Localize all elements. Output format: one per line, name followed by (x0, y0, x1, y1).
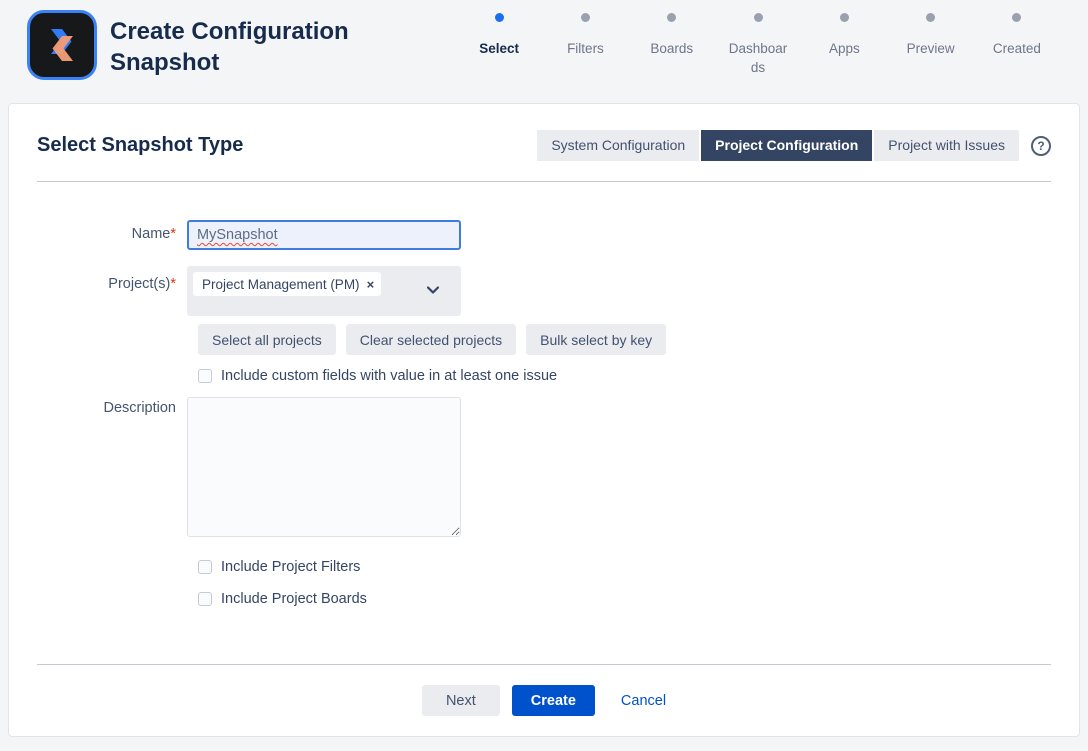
create-button[interactable]: Create (512, 685, 595, 716)
project-boards-checkbox-label: Include Project Boards (221, 591, 367, 607)
project-chip-label: Project Management (PM) (202, 277, 360, 292)
projects-multiselect[interactable]: Project Management (PM) × (187, 266, 461, 316)
step-created[interactable]: Created (974, 10, 1060, 77)
projects-row: Project(s)* Project Management (PM) × (37, 266, 1079, 316)
step-dot (840, 13, 849, 22)
project-filters-checkbox-row[interactable]: Include Project Filters (198, 559, 1079, 575)
page-header: Create Configuration Snapshot Select Fil… (0, 0, 1088, 100)
required-asterisk: * (170, 226, 176, 242)
name-input-value: MySnapshot (197, 227, 278, 243)
next-button[interactable]: Next (422, 685, 500, 716)
project-filters-checkbox-label: Include Project Filters (221, 559, 360, 575)
step-boards[interactable]: Boards (629, 10, 715, 77)
project-boards-checkbox[interactable] (198, 592, 212, 606)
wizard-footer: Next Create Cancel (37, 664, 1051, 736)
custom-fields-checkbox-row[interactable]: Include custom fields with value in at l… (198, 368, 1079, 384)
panel-heading: Select Snapshot Type (37, 134, 243, 157)
name-row: Name* MySnapshot (37, 220, 1079, 250)
step-filters[interactable]: Filters (542, 10, 628, 77)
snapshot-type-tabs: System Configuration Project Configurati… (537, 130, 1019, 161)
step-dot (1012, 13, 1021, 22)
step-select[interactable]: Select (456, 10, 542, 77)
step-apps[interactable]: Apps (801, 10, 887, 77)
step-dot-active (495, 13, 504, 22)
step-dashboards[interactable]: Dashboards (715, 10, 801, 77)
project-actions: Select all projects Clear selected proje… (198, 324, 1079, 355)
wizard-stepper: Select Filters Boards Dashboards Apps Pr… (456, 10, 1060, 77)
head-divider (37, 181, 1051, 182)
cancel-link[interactable]: Cancel (621, 693, 666, 709)
step-preview[interactable]: Preview (887, 10, 973, 77)
page-title: Create Configuration Snapshot (110, 16, 366, 78)
step-dot (667, 13, 676, 22)
custom-fields-checkbox[interactable] (198, 369, 212, 383)
description-textarea[interactable] (187, 397, 461, 537)
step-dot (581, 13, 590, 22)
tab-system-configuration[interactable]: System Configuration (537, 130, 699, 161)
step-dot (754, 13, 763, 22)
tab-project-configuration[interactable]: Project Configuration (701, 130, 872, 161)
snapshot-form: Name* MySnapshot Project(s)* Project Man… (9, 220, 1079, 607)
snapshot-arrows-icon (38, 21, 86, 69)
tab-project-with-issues[interactable]: Project with Issues (874, 130, 1019, 161)
required-asterisk: * (170, 276, 176, 292)
chip-remove-icon[interactable]: × (367, 277, 375, 292)
description-label: Description (37, 397, 187, 542)
projects-label: Project(s)* (37, 266, 187, 316)
step-dot (926, 13, 935, 22)
project-boards-checkbox-row[interactable]: Include Project Boards (198, 591, 1079, 607)
project-chip: Project Management (PM) × (193, 272, 381, 296)
chevron-down-icon[interactable] (427, 286, 439, 294)
select-all-projects-button[interactable]: Select all projects (198, 324, 336, 355)
snapshot-panel: Select Snapshot Type System Configuratio… (8, 103, 1080, 737)
app-logo (27, 10, 97, 80)
name-input[interactable]: MySnapshot (187, 220, 461, 250)
name-label: Name* (37, 220, 187, 250)
bulk-select-by-key-button[interactable]: Bulk select by key (526, 324, 666, 355)
project-filters-checkbox[interactable] (198, 560, 212, 574)
description-row: Description (37, 397, 1079, 542)
help-icon[interactable]: ? (1031, 136, 1051, 156)
custom-fields-checkbox-label: Include custom fields with value in at l… (221, 368, 557, 384)
clear-selected-projects-button[interactable]: Clear selected projects (346, 324, 516, 355)
